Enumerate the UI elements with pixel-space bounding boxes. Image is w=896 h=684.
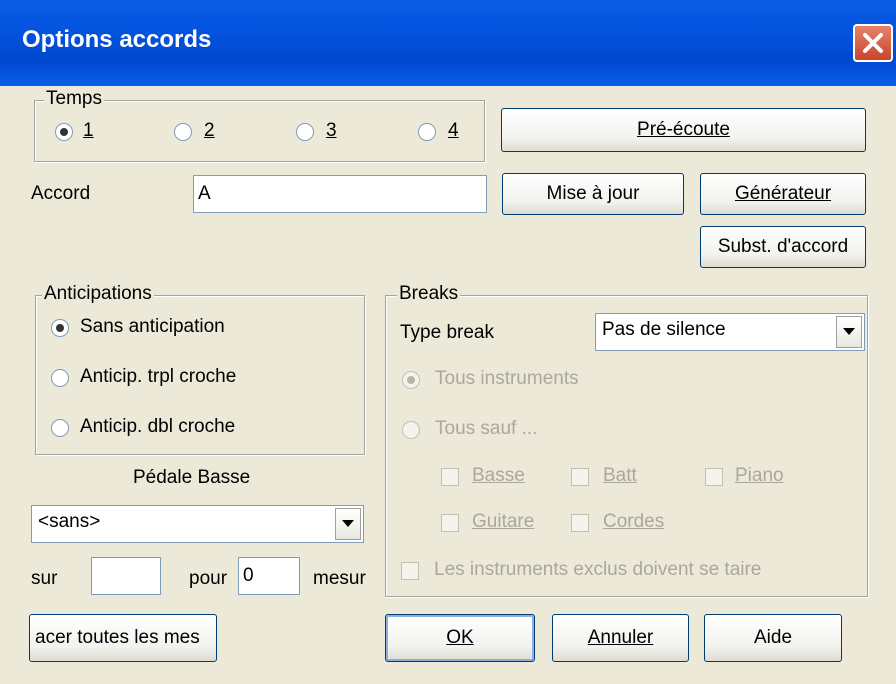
tous-instruments-label: Tous instruments (435, 368, 579, 389)
tous-instruments-radio[interactable] (402, 371, 420, 389)
temps-label-2: 2 (204, 120, 215, 141)
cordes-checkbox[interactable] (571, 514, 589, 532)
anticip-radio-dbl[interactable] (51, 419, 69, 437)
sur-label: sur (31, 568, 58, 589)
pedale-basse-label: Pédale Basse (133, 467, 251, 488)
pour-label: pour (189, 568, 228, 589)
basse-label: Basse (472, 465, 525, 486)
piano-checkbox[interactable] (705, 468, 723, 486)
piano-label: Piano (735, 465, 784, 486)
basse-checkbox[interactable] (441, 468, 459, 486)
cordes-label: Cordes (603, 511, 665, 532)
anticip-label-sans: Sans anticipation (80, 316, 225, 337)
batt-checkbox[interactable] (571, 468, 589, 486)
temps-label-4: 4 (448, 120, 459, 141)
pour-input[interactable]: 0 (238, 557, 300, 595)
type-break-label: Type break (400, 322, 494, 343)
type-break-value: Pas de silence (602, 319, 726, 340)
pedale-basse-value: <sans> (38, 511, 101, 532)
placer-toutes-mesures-button[interactable]: acer toutes les mes (29, 614, 217, 662)
sur-input[interactable] (91, 557, 161, 595)
annuler-button[interactable]: Annuler (552, 614, 689, 662)
temps-label-3: 3 (326, 120, 337, 141)
preecoute-button[interactable]: Pré-écoute (501, 108, 866, 152)
mise-a-jour-button[interactable]: Mise à jour (502, 173, 684, 215)
anticip-label-trpl: Anticip. trpl croche (80, 366, 237, 387)
chevron-down-icon[interactable] (335, 508, 361, 540)
accord-input[interactable]: A (193, 175, 487, 213)
breaks-legend: Breaks (397, 283, 461, 305)
anticip-label-dbl: Anticip. dbl croche (80, 416, 236, 437)
close-button[interactable] (853, 24, 893, 62)
generateur-button[interactable]: Générateur (700, 173, 866, 215)
tous-sauf-radio[interactable] (402, 421, 420, 439)
aide-button[interactable]: Aide (704, 614, 842, 662)
chevron-down-icon[interactable] (836, 316, 862, 348)
tous-sauf-label: Tous sauf ... (435, 418, 538, 439)
anticip-radio-trpl[interactable] (51, 369, 69, 387)
temps-radio-4[interactable] (418, 123, 436, 141)
close-icon (863, 33, 883, 53)
exclus-checkbox[interactable] (401, 562, 419, 580)
temps-radio-2[interactable] (174, 123, 192, 141)
mesures-label: mesur (313, 568, 366, 589)
guitare-label: Guitare (472, 511, 535, 532)
subst-accord-button[interactable]: Subst. d'accord (700, 226, 866, 268)
window-title: Options accords (22, 26, 212, 53)
exclus-label: Les instruments exclus doivent se taire (434, 559, 762, 580)
accord-label: Accord (31, 183, 91, 204)
guitare-checkbox[interactable] (441, 514, 459, 532)
temps-radio-3[interactable] (296, 123, 314, 141)
pedale-basse-select[interactable]: <sans> (31, 505, 364, 543)
temps-label-1: 1 (83, 120, 94, 141)
anticipations-legend: Anticipations (42, 283, 154, 305)
temps-legend: Temps (44, 88, 104, 110)
anticip-radio-sans[interactable] (51, 319, 69, 337)
temps-radio-1[interactable] (55, 123, 73, 141)
batt-label: Batt (603, 465, 637, 486)
type-break-select[interactable]: Pas de silence (595, 313, 865, 351)
ok-button[interactable]: OK (385, 614, 535, 662)
